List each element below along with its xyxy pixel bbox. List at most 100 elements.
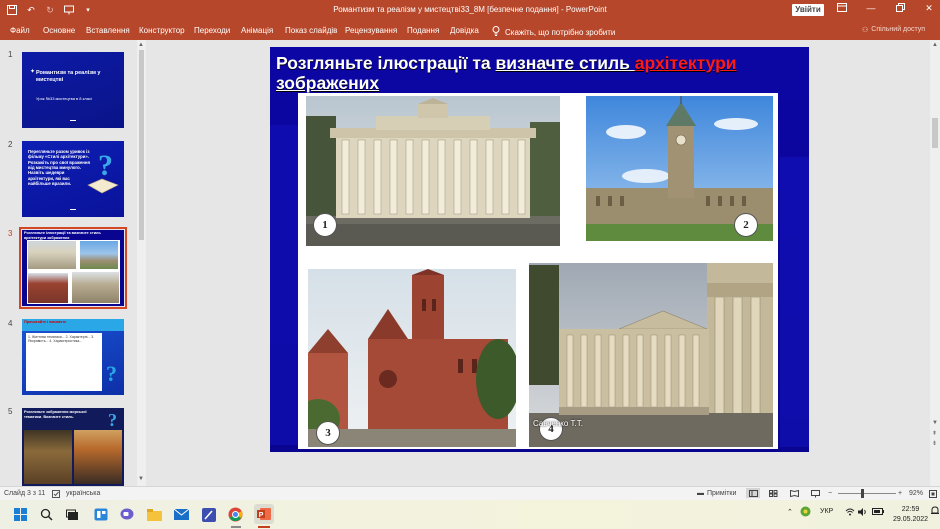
thumbnail-slide-1[interactable]: ✦ Романтизм та реалізм у мистецтві Урок … xyxy=(22,52,124,128)
thumb-3-photo-1 xyxy=(28,241,76,269)
tell-me-search[interactable]: Скажіть, що потрібно зробити xyxy=(492,26,615,38)
thumb-number-5: 5 xyxy=(8,407,13,416)
widgets-icon[interactable] xyxy=(92,506,109,523)
tab-help[interactable]: Довідка xyxy=(450,26,479,35)
tab-animations[interactable]: Анімація xyxy=(241,26,273,35)
tab-slideshow[interactable]: Показ слайдів xyxy=(285,26,337,35)
scroll-down-icon-right[interactable]: ▼ xyxy=(932,420,938,426)
slide-scroll-thumb[interactable] xyxy=(932,118,938,148)
tab-view[interactable]: Подання xyxy=(407,26,439,35)
reading-view-icon[interactable] xyxy=(790,489,799,499)
powerpoint-active-indicator xyxy=(258,526,270,528)
thumb-number-2: 2 xyxy=(8,140,13,149)
tab-insert[interactable]: Вставлення xyxy=(86,26,130,35)
slide-title[interactable]: Розгляньте ілюстрації та визначте стиль … xyxy=(276,53,796,93)
svg-text:?: ? xyxy=(98,149,113,182)
thumbnail-scrollbar[interactable]: ▲ ▼ xyxy=(137,40,146,486)
thumbnail-slide-2[interactable]: Перегляньте разом уривок із фільму «Стил… xyxy=(22,141,124,217)
thumb-number-4: 4 xyxy=(8,319,13,328)
prev-slide-icon[interactable]: ⇞ xyxy=(932,430,937,437)
tab-design[interactable]: Конструктор xyxy=(139,26,185,35)
slide-decor-right xyxy=(780,157,809,447)
ribbon-display-icon[interactable] xyxy=(836,3,848,14)
share-button[interactable]: ⚇ Спільний доступ xyxy=(862,26,925,34)
share-label: Спільний доступ xyxy=(871,26,926,33)
whiteboard-icon[interactable] xyxy=(200,506,217,523)
title-bar: ↶ ↻ ▾ Романтизм та реалізм у мистецтві33… xyxy=(0,0,940,20)
input-language[interactable]: УКР xyxy=(820,508,833,515)
window-controls: — ✕ xyxy=(836,3,935,14)
thumbnail-slide-5[interactable]: Розгляньте зображення морської тематики.… xyxy=(22,408,124,486)
tab-transitions[interactable]: Переходи xyxy=(194,26,230,35)
photo-label-2: 2 xyxy=(734,213,758,237)
battery-icon[interactable] xyxy=(872,508,884,517)
chat-icon[interactable] xyxy=(118,506,135,523)
thumb-4-text: 1. Життєва тематика... 2. Характерні... … xyxy=(28,335,95,344)
fit-to-window-icon[interactable] xyxy=(929,490,937,500)
chrome-icon[interactable] xyxy=(227,506,244,523)
language-indicator[interactable]: українська xyxy=(66,490,100,497)
slideshow-icon[interactable] xyxy=(811,490,820,500)
scroll-down-icon[interactable]: ▼ xyxy=(138,476,144,482)
thumbnail-scroll-thumb[interactable] xyxy=(139,50,144,240)
chrome-running-indicator xyxy=(231,526,241,528)
tab-home[interactable]: Основне xyxy=(43,26,75,35)
zoom-in-icon[interactable]: + xyxy=(898,490,902,497)
photo-theatre-colonnade[interactable] xyxy=(306,96,560,246)
thumb-5-painting-2 xyxy=(74,430,122,484)
signin-button[interactable]: Увійти xyxy=(792,4,824,16)
windows-start-icon[interactable] xyxy=(12,506,29,523)
zoom-level[interactable]: 92% xyxy=(909,490,923,497)
windows-taskbar: P ⌃ УКР 22:59 29.05.2022 xyxy=(0,500,940,529)
close-icon[interactable]: ✕ xyxy=(923,3,935,14)
lightbulb-icon xyxy=(492,26,500,38)
thumb-4-title: Прочитайте і визначте xyxy=(24,320,67,324)
next-slide-icon[interactable]: ⇟ xyxy=(932,440,937,447)
photo-label-1: 1 xyxy=(313,213,337,237)
slide-thumbnail-pane: 1 ✦ Романтизм та реалізм у мистецтві Уро… xyxy=(0,40,148,486)
status-bar: Слайд 3 з 11 українська ▬ Примітки − + 9… xyxy=(0,486,940,500)
thumb-number-3: 3 xyxy=(8,229,13,238)
scroll-up-icon[interactable]: ▲ xyxy=(138,42,144,48)
notes-button[interactable]: ▬ Примітки xyxy=(697,490,736,497)
tab-file[interactable]: Файл xyxy=(10,26,30,35)
castle-illustration xyxy=(308,269,516,447)
clock-time: 22:59 xyxy=(901,506,920,513)
tray-chevron-icon[interactable]: ⌃ xyxy=(787,508,793,516)
file-explorer-icon[interactable] xyxy=(146,506,163,523)
title-red: архітектури xyxy=(634,53,737,73)
restore-icon[interactable] xyxy=(894,3,906,14)
thumb-2-dash xyxy=(70,209,76,210)
wifi-icon[interactable] xyxy=(845,508,855,518)
theatre-illustration xyxy=(306,96,560,246)
thumb-1-title: Романтизм та реалізм у мистецтві xyxy=(36,70,101,83)
tab-review[interactable]: Рецензування xyxy=(345,26,397,35)
question-mark-icon: ? xyxy=(108,410,117,430)
thumbnail-slide-3[interactable]: Розгляньте ілюстрації та визначте стиль … xyxy=(19,227,127,309)
current-slide[interactable]: Розгляньте ілюстрації та визначте стиль … xyxy=(270,47,809,452)
photo-red-brick-castle[interactable] xyxy=(308,269,516,447)
powerpoint-taskbar-icon[interactable]: P xyxy=(254,504,274,524)
system-clock[interactable]: 22:59 29.05.2022 xyxy=(893,505,928,525)
task-view-icon[interactable] xyxy=(64,506,81,523)
slide-scrollbar[interactable]: ▲ ▼ ⇞ ⇟ xyxy=(930,40,940,486)
thumb-number-1: 1 xyxy=(8,50,13,59)
zoom-out-icon[interactable]: − xyxy=(828,490,832,497)
normal-view-button[interactable] xyxy=(746,488,760,498)
volume-icon[interactable] xyxy=(858,508,868,518)
minimize-icon[interactable]: — xyxy=(865,3,877,14)
zoom-slider-handle[interactable] xyxy=(861,489,864,498)
scroll-up-icon-right[interactable]: ▲ xyxy=(932,42,938,48)
photo-label-3: 3 xyxy=(316,421,340,445)
mail-icon[interactable] xyxy=(173,506,190,523)
title-underlined: визначте стиль xyxy=(495,53,635,73)
thumbnail-slide-4[interactable]: Прочитайте і визначте 1. Життєва тематик… xyxy=(22,319,124,395)
tray-app-icon[interactable] xyxy=(800,506,811,519)
ribbon-tabs: Файл Основне Вставлення Конструктор Пере… xyxy=(0,20,940,40)
slide-sorter-icon[interactable] xyxy=(769,490,778,499)
notification-icon[interactable] xyxy=(931,506,939,518)
spellcheck-icon[interactable] xyxy=(52,490,61,500)
search-icon[interactable] xyxy=(38,506,55,523)
zoom-slider[interactable] xyxy=(838,493,896,494)
svg-text:?: ? xyxy=(108,410,117,430)
